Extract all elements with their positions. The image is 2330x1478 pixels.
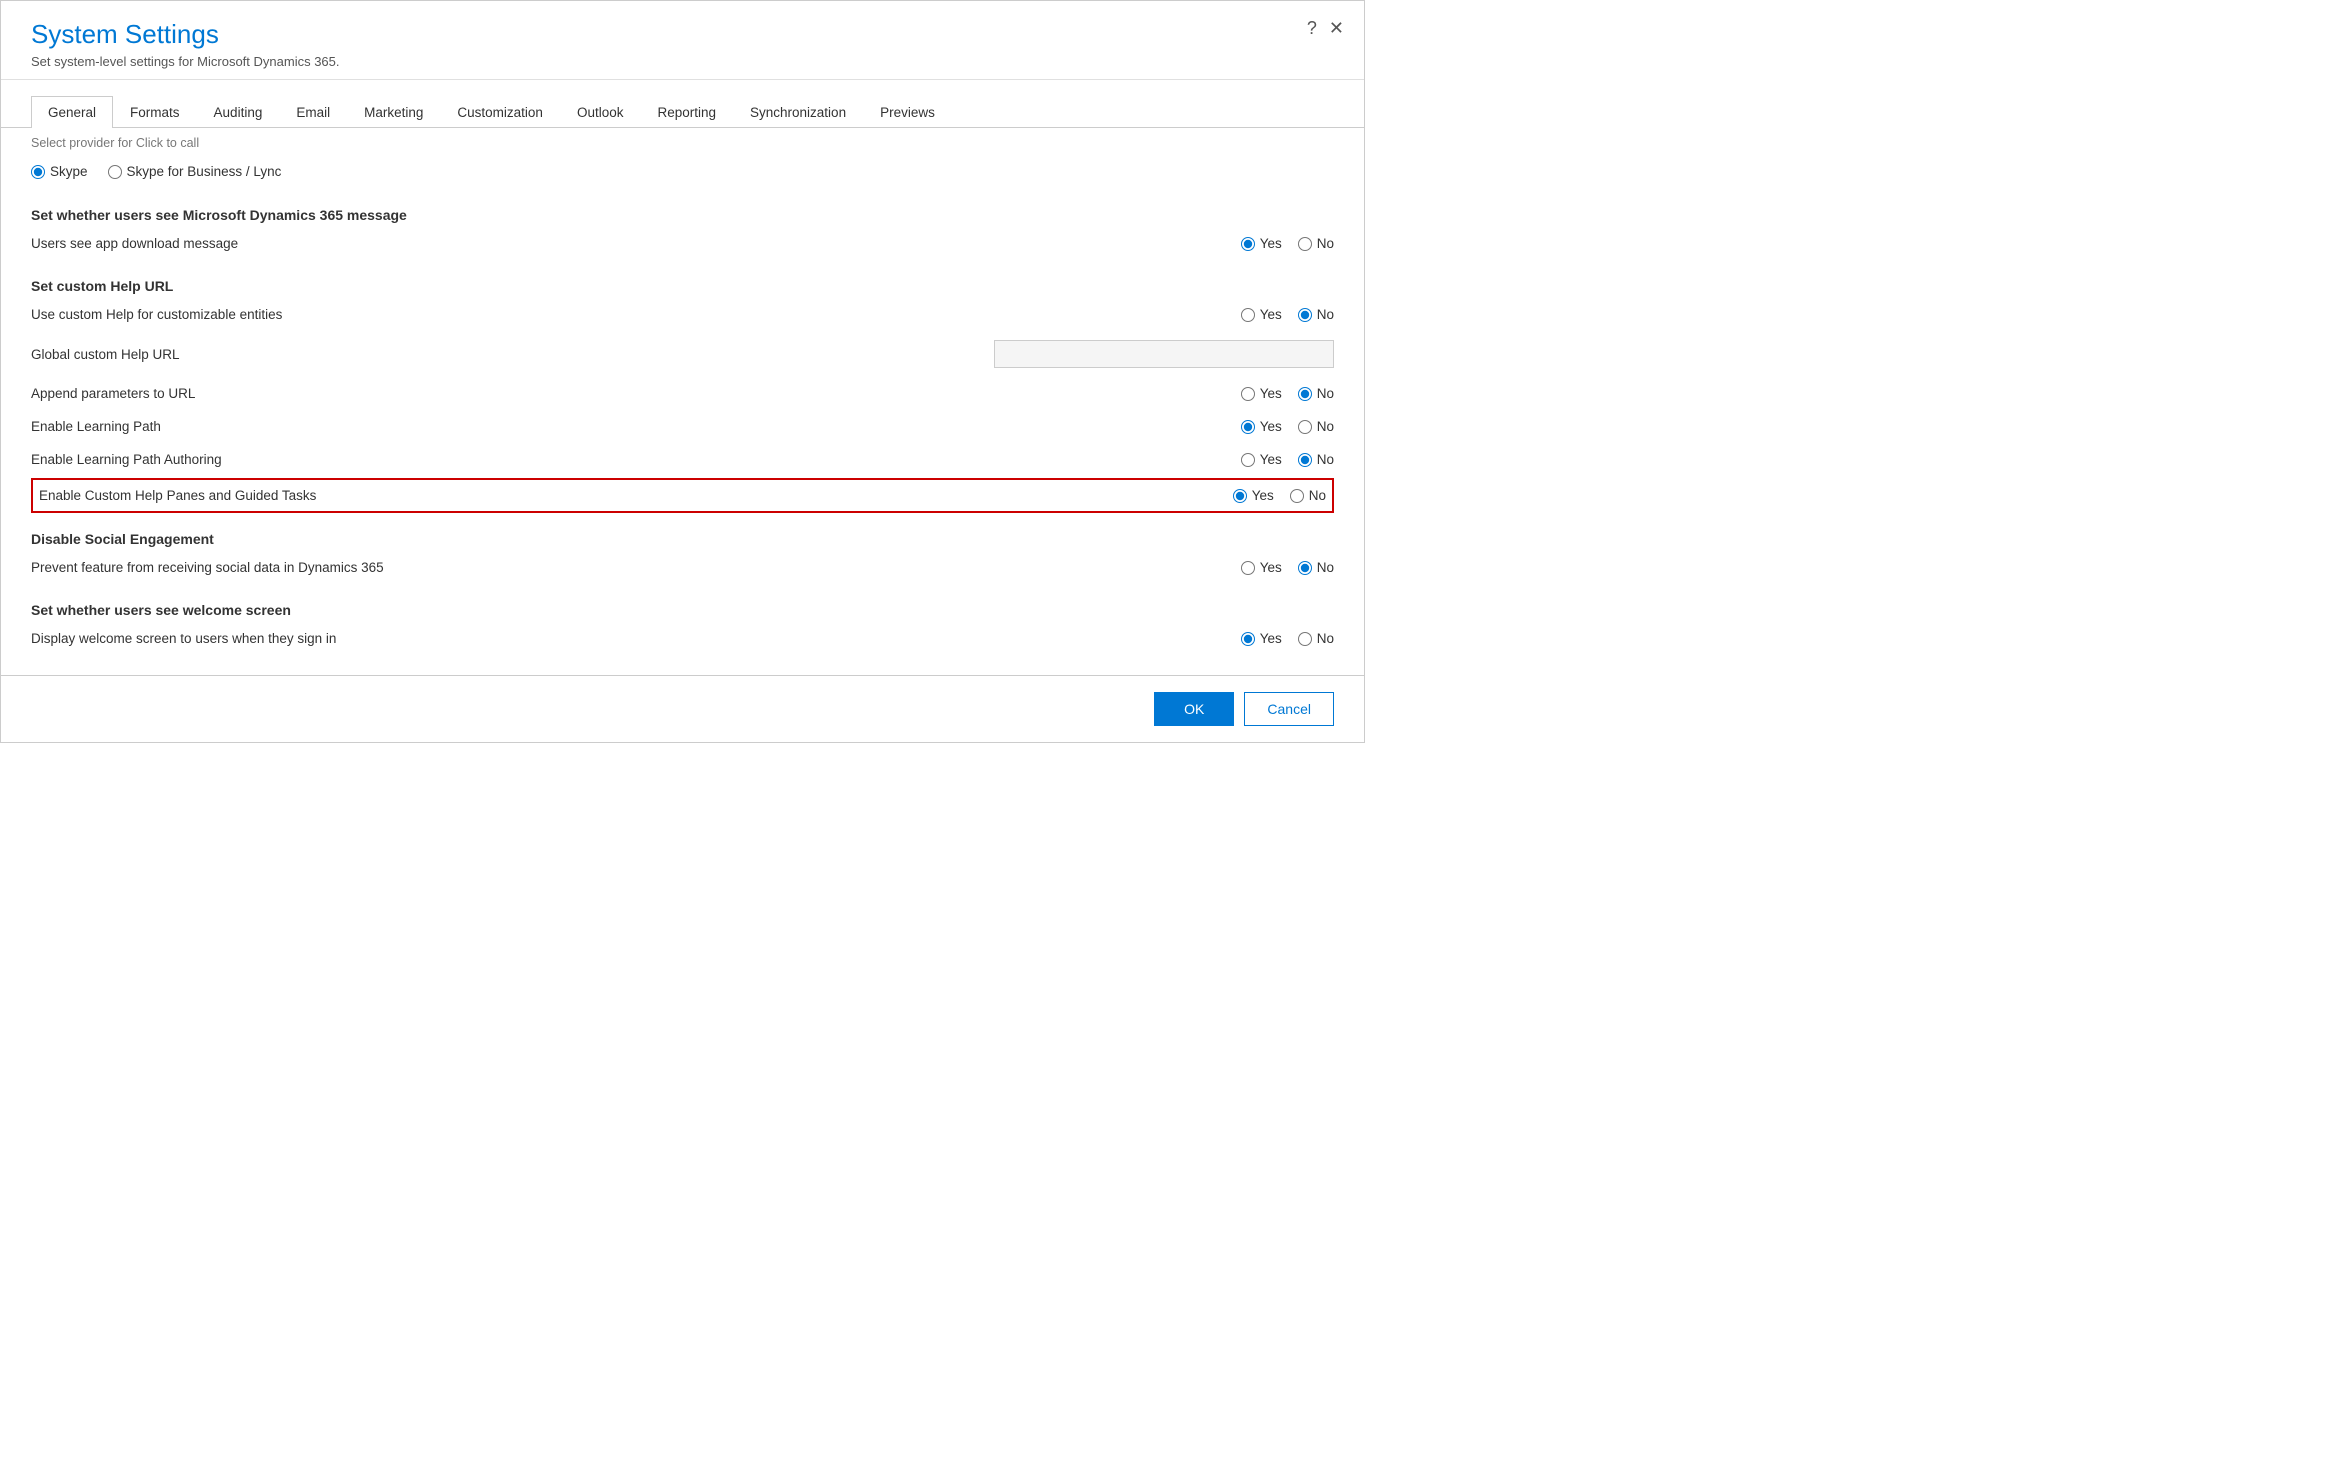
no-radio-enable_learning_path_authoring[interactable] (1298, 453, 1312, 467)
yes-radio-app_download[interactable] (1241, 237, 1255, 251)
yes-option-app_download[interactable]: Yes (1241, 236, 1282, 251)
scroll-hint-text: Select provider for Click to call (31, 128, 1334, 154)
yes-option-enable_learning_path[interactable]: Yes (1241, 419, 1282, 434)
no-option-append_params[interactable]: No (1298, 386, 1334, 401)
setting-label-enable_learning_path_authoring: Enable Learning Path Authoring (31, 452, 1174, 467)
tab-reporting[interactable]: Reporting (640, 96, 733, 128)
settings-content: Select provider for Click to call Skype … (1, 128, 1364, 675)
setting-control-use_custom_help: Yes No (1174, 307, 1334, 322)
help-url-input[interactable] (994, 340, 1334, 368)
setting-label-use_custom_help: Use custom Help for customizable entitie… (31, 307, 1174, 322)
no-radio-use_custom_help[interactable] (1298, 308, 1312, 322)
setting-row-append_params: Append parameters to URL Yes No (31, 377, 1334, 410)
setting-control-display_welcome: Yes No (1174, 631, 1334, 646)
no-option-enable_custom_help_panes[interactable]: No (1290, 488, 1326, 503)
tab-synchronization[interactable]: Synchronization (733, 96, 863, 128)
tab-auditing[interactable]: Auditing (197, 96, 280, 128)
section-welcome_screen: Set whether users see welcome screen Disp… (31, 602, 1334, 655)
yes-radio-enable_learning_path_authoring[interactable] (1241, 453, 1255, 467)
close-icon[interactable]: ✕ (1329, 19, 1344, 37)
no-radio-prevent_social_data[interactable] (1298, 561, 1312, 575)
section-custom_help_url: Set custom Help URL Use custom Help for c… (31, 278, 1334, 513)
dialog-title: System Settings (31, 19, 1334, 50)
setting-label-prevent_social_data: Prevent feature from receiving social da… (31, 560, 1174, 575)
setting-row-enable_learning_path: Enable Learning Path Yes No (31, 410, 1334, 443)
skype-business-label: Skype for Business / Lync (127, 164, 282, 179)
skype-business-option[interactable]: Skype for Business / Lync (108, 164, 282, 179)
setting-row-enable_learning_path_authoring: Enable Learning Path Authoring Yes No (31, 443, 1334, 476)
system-settings-dialog: System Settings Set system-level setting… (0, 0, 1365, 743)
no-radio-display_welcome[interactable] (1298, 632, 1312, 646)
tab-marketing[interactable]: Marketing (347, 96, 440, 128)
help-icon[interactable]: ? (1307, 19, 1317, 37)
setting-row-enable_custom_help_panes: Enable Custom Help Panes and Guided Task… (31, 478, 1334, 513)
yes-option-display_welcome[interactable]: Yes (1241, 631, 1282, 646)
setting-row-use_custom_help: Use custom Help for customizable entitie… (31, 298, 1334, 331)
setting-label-append_params: Append parameters to URL (31, 386, 1174, 401)
no-radio-enable_learning_path[interactable] (1298, 420, 1312, 434)
tab-customization[interactable]: Customization (440, 96, 560, 128)
yes-option-append_params[interactable]: Yes (1241, 386, 1282, 401)
tab-bar: GeneralFormatsAuditingEmailMarketingCust… (1, 96, 1364, 128)
no-option-app_download[interactable]: No (1298, 236, 1334, 251)
yes-radio-use_custom_help[interactable] (1241, 308, 1255, 322)
skype-business-radio[interactable] (108, 165, 122, 179)
tab-outlook[interactable]: Outlook (560, 96, 641, 128)
setting-control-app_download: Yes No (1174, 236, 1334, 251)
yes-option-enable_custom_help_panes[interactable]: Yes (1233, 488, 1274, 503)
tab-formats[interactable]: Formats (113, 96, 197, 128)
yes-radio-enable_custom_help_panes[interactable] (1233, 489, 1247, 503)
section-title-welcome_screen: Set whether users see welcome screen (31, 602, 1334, 618)
skype-option[interactable]: Skype (31, 164, 88, 179)
setting-control-append_params: Yes No (1174, 386, 1334, 401)
sections-container: Set whether users see Microsoft Dynamics… (31, 207, 1334, 655)
no-option-enable_learning_path[interactable]: No (1298, 419, 1334, 434)
yes-radio-prevent_social_data[interactable] (1241, 561, 1255, 575)
cancel-button[interactable]: Cancel (1244, 692, 1334, 726)
setting-control-enable_learning_path: Yes No (1174, 419, 1334, 434)
yes-radio-enable_learning_path[interactable] (1241, 420, 1255, 434)
setting-control-global_custom_help_url (994, 340, 1334, 368)
click-to-call-row: Skype Skype for Business / Lync (31, 154, 1334, 189)
skype-label: Skype (50, 164, 88, 179)
dialog-header: System Settings Set system-level setting… (1, 1, 1364, 80)
setting-row-app_download: Users see app download message Yes No (31, 227, 1334, 260)
setting-row-display_welcome: Display welcome screen to users when the… (31, 622, 1334, 655)
yes-radio-display_welcome[interactable] (1241, 632, 1255, 646)
no-option-enable_learning_path_authoring[interactable]: No (1298, 452, 1334, 467)
setting-row-global_custom_help_url: Global custom Help URL (31, 331, 1334, 377)
yes-option-prevent_social_data[interactable]: Yes (1241, 560, 1282, 575)
ok-button[interactable]: OK (1154, 692, 1234, 726)
no-option-display_welcome[interactable]: No (1298, 631, 1334, 646)
tab-previews[interactable]: Previews (863, 96, 952, 128)
skype-radio[interactable] (31, 165, 45, 179)
no-option-use_custom_help[interactable]: No (1298, 307, 1334, 322)
setting-control-enable_custom_help_panes: Yes No (1166, 488, 1326, 503)
section-social_engagement: Disable Social Engagement Prevent feature… (31, 531, 1334, 584)
section-title-social_engagement: Disable Social Engagement (31, 531, 1334, 547)
dialog-footer: OK Cancel (1, 675, 1364, 742)
dialog-subtitle: Set system-level settings for Microsoft … (31, 54, 1334, 69)
setting-label-display_welcome: Display welcome screen to users when the… (31, 631, 1174, 646)
setting-control-enable_learning_path_authoring: Yes No (1174, 452, 1334, 467)
setting-row-prevent_social_data: Prevent feature from receiving social da… (31, 551, 1334, 584)
tab-email[interactable]: Email (279, 96, 347, 128)
tab-general[interactable]: General (31, 96, 113, 128)
yes-option-use_custom_help[interactable]: Yes (1241, 307, 1282, 322)
no-radio-enable_custom_help_panes[interactable] (1290, 489, 1304, 503)
setting-label-global_custom_help_url: Global custom Help URL (31, 347, 994, 362)
section-title-dynamics_message: Set whether users see Microsoft Dynamics… (31, 207, 1334, 223)
no-radio-app_download[interactable] (1298, 237, 1312, 251)
setting-label-enable_learning_path: Enable Learning Path (31, 419, 1174, 434)
section-dynamics_message: Set whether users see Microsoft Dynamics… (31, 207, 1334, 260)
dialog-controls: ? ✕ (1307, 19, 1344, 37)
yes-radio-append_params[interactable] (1241, 387, 1255, 401)
setting-label-app_download: Users see app download message (31, 236, 1174, 251)
no-option-prevent_social_data[interactable]: No (1298, 560, 1334, 575)
section-title-custom_help_url: Set custom Help URL (31, 278, 1334, 294)
setting-control-prevent_social_data: Yes No (1174, 560, 1334, 575)
yes-option-enable_learning_path_authoring[interactable]: Yes (1241, 452, 1282, 467)
setting-label-enable_custom_help_panes: Enable Custom Help Panes and Guided Task… (39, 488, 1166, 503)
no-radio-append_params[interactable] (1298, 387, 1312, 401)
